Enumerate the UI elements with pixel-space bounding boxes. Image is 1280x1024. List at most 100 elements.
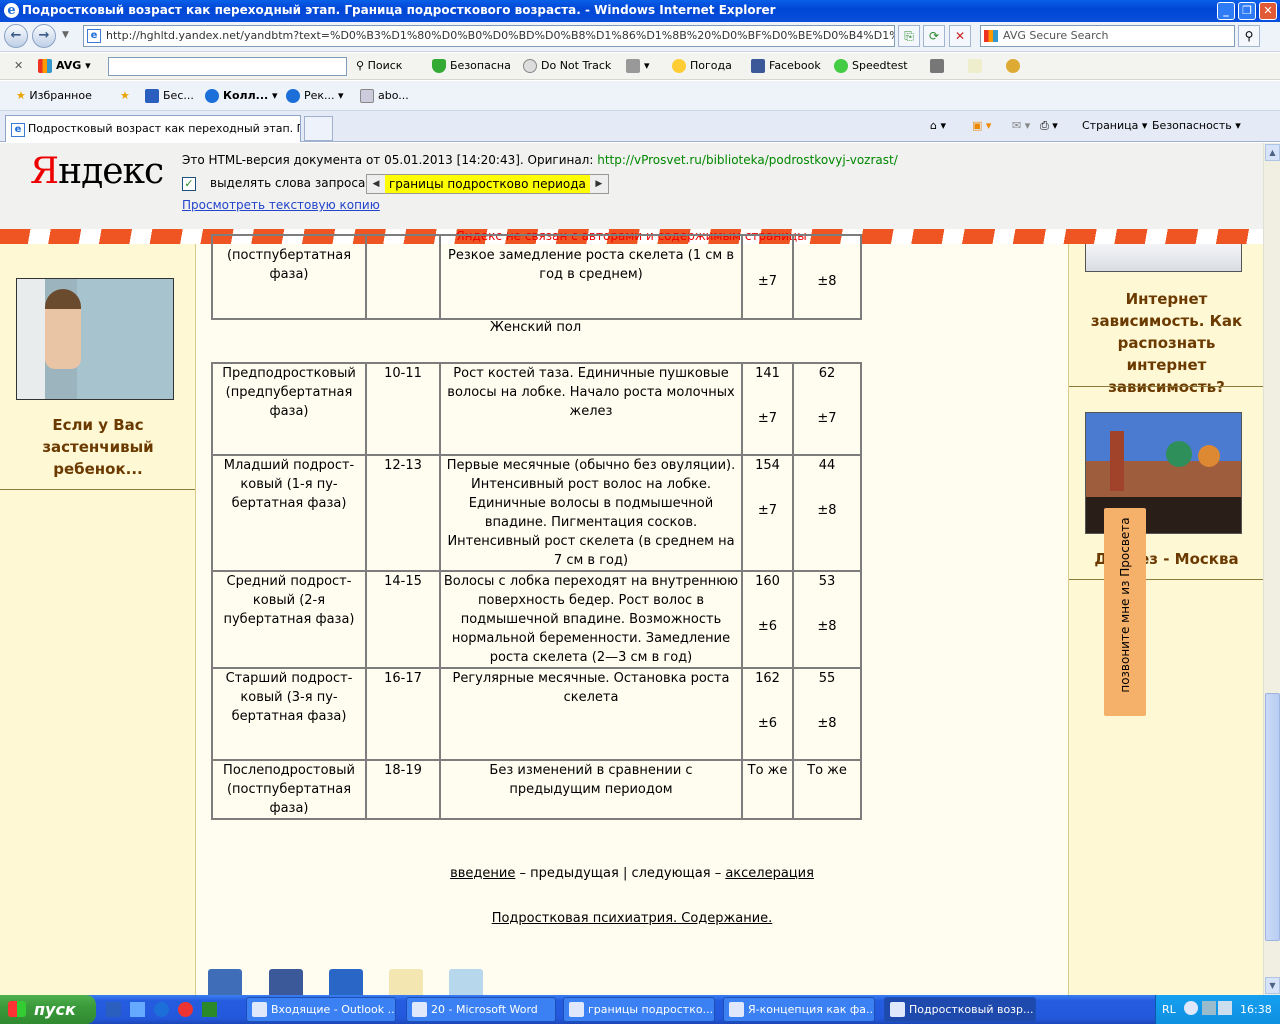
table-row: Предподростковый (предпубертатная фаза) 1… xyxy=(211,362,862,456)
weather-button[interactable]: Погода xyxy=(672,59,732,73)
opera-quicklaunch-icon[interactable] xyxy=(178,1002,193,1017)
close-toolbar-icon[interactable]: ✕ xyxy=(14,59,23,72)
clock: 16:38 xyxy=(1240,1003,1272,1016)
vertical-scrollbar[interactable]: ▲ ▼ xyxy=(1263,143,1280,995)
site-icon xyxy=(145,89,159,103)
feeds-icon[interactable]: ▣ ▾ xyxy=(972,119,991,132)
excel-quicklaunch-icon[interactable] xyxy=(202,1002,217,1017)
mail-icon[interactable]: ✉ ▾ xyxy=(1012,119,1030,132)
task-label: Подростковый возр... xyxy=(909,1003,1034,1016)
shy-child-link[interactable]: Если у Вас застенчивый ребенок... xyxy=(30,414,166,480)
cell-height-sd: ±7 xyxy=(757,411,778,426)
avg-search-button[interactable]: ⚲ Поиск xyxy=(356,59,402,72)
search-input[interactable]: AVG Secure Search xyxy=(980,25,1235,47)
back-button[interactable]: ← xyxy=(4,24,28,48)
compat-view-icon[interactable]: ⎘ xyxy=(898,25,920,47)
calculator-icon[interactable] xyxy=(930,59,948,73)
internet-addiction-image[interactable] xyxy=(1085,244,1242,272)
new-tab-button[interactable] xyxy=(304,116,333,141)
task-app-icon xyxy=(252,1002,267,1017)
pager: введение – предыдущая | следующая – аксе… xyxy=(196,866,1068,881)
trash-button[interactable]: ▾ xyxy=(626,59,650,73)
volume-icon[interactable] xyxy=(1218,1001,1232,1015)
notepad-icon[interactable] xyxy=(968,59,986,73)
maximize-button[interactable]: ❐ xyxy=(1238,2,1256,20)
favorite-item-4[interactable]: abo... xyxy=(360,89,409,103)
taskbar-task[interactable]: Подростковый возр... xyxy=(884,997,1036,1022)
forward-button[interactable]: → xyxy=(32,24,56,48)
start-button[interactable]: пуск xyxy=(0,995,96,1024)
twitter-share-icon[interactable] xyxy=(449,969,483,995)
query-highlight: границы подростково периода xyxy=(385,175,590,193)
history-dropdown-icon[interactable]: ▼ xyxy=(62,30,69,40)
ie-icon: e xyxy=(4,3,19,18)
original-link[interactable]: http://vProsvet.ru/biblioteka/podrostkov… xyxy=(597,153,898,167)
livejournal-share-icon[interactable] xyxy=(389,969,423,995)
tray-icon[interactable] xyxy=(1184,1001,1198,1015)
cell-height: То же xyxy=(741,759,794,820)
cell-height-sd: ±6 xyxy=(757,619,778,634)
close-button[interactable]: ✕ xyxy=(1259,2,1277,20)
speedtest-button[interactable]: Speedtest xyxy=(834,59,908,73)
window-titlebar[interactable]: e Подростковый возраст как переходный эт… xyxy=(0,0,1280,22)
facebook-share-icon[interactable] xyxy=(269,969,303,995)
cell-height-sd: ±6 xyxy=(757,716,778,731)
page-menu[interactable]: Страница ▾ xyxy=(1082,119,1147,132)
text-copy-link[interactable]: Просмотреть текстовую копию xyxy=(182,198,380,212)
taskbar-task[interactable]: границы подростко... xyxy=(563,997,715,1022)
network-icon[interactable] xyxy=(1202,1001,1216,1015)
do-not-track-button[interactable]: Do Not Track xyxy=(523,59,611,73)
cell-desc: Резкое замедление роста скелета (1 см в … xyxy=(439,234,743,320)
word-quicklaunch-icon[interactable] xyxy=(106,1002,121,1017)
highlight-checkbox[interactable]: ✓ xyxy=(182,177,196,191)
avg-menu[interactable]: AVG ▾ xyxy=(38,59,91,73)
shy-child-image[interactable] xyxy=(16,278,174,400)
safe-button[interactable]: Безопасна xyxy=(432,59,511,73)
favorite-item-2[interactable]: Колл... ▾ xyxy=(205,89,278,103)
main-column: (постпубертатная фаза) Резкое замедление… xyxy=(196,234,1068,995)
mail-share-icon[interactable] xyxy=(329,969,363,995)
vk-share-icon[interactable] xyxy=(208,969,242,995)
favorite-item-1[interactable]: Бес... xyxy=(145,89,194,103)
task-label: границы подростко... xyxy=(588,1003,714,1016)
desktop-quicklaunch-icon[interactable] xyxy=(130,1002,145,1017)
refresh-icon[interactable]: ⟳ xyxy=(923,25,945,47)
yandex-logo[interactable]: Яндекс xyxy=(30,151,164,192)
table-row: Послеподростовый (постпубертатная фаза) 1… xyxy=(211,759,862,820)
tools-icon[interactable] xyxy=(1006,59,1024,73)
star-icon: ★ xyxy=(16,89,26,102)
prev-link[interactable]: введение xyxy=(450,866,515,881)
safety-menu[interactable]: Безопасность ▾ xyxy=(1152,119,1241,132)
scroll-thumb[interactable] xyxy=(1265,693,1280,941)
avg-logo-icon xyxy=(984,30,998,42)
callback-tab[interactable]: позвоните мне из Просвета xyxy=(1104,508,1146,716)
taskbar-task[interactable]: Входящие - Outlook ... xyxy=(246,997,396,1022)
language-indicator[interactable]: RL xyxy=(1162,1003,1176,1016)
url-input[interactable]: e http://hghltd.yandex.net/yandbtm?text=… xyxy=(83,25,895,47)
next-link[interactable]: акселерация xyxy=(725,866,814,881)
add-favorite-icon[interactable]: ★ xyxy=(120,89,130,102)
scroll-up-icon[interactable]: ▲ xyxy=(1265,144,1280,161)
ie-quicklaunch-icon[interactable] xyxy=(154,1002,169,1017)
print-icon[interactable]: ⎙ ▾ xyxy=(1040,119,1058,133)
next-match-button[interactable]: ▶ xyxy=(590,175,608,193)
facebook-button[interactable]: Facebook xyxy=(751,59,821,73)
home-icon[interactable]: ⌂ ▾ xyxy=(930,119,946,132)
favorites-bar: ★ Избранное ★ Бес... Колл... ▾ Рек... ▾ … xyxy=(0,81,1280,111)
scroll-down-icon[interactable]: ▼ xyxy=(1265,977,1280,994)
query-navigator: ◀ границы подростково периода ▶ xyxy=(366,174,609,194)
cell-weight-sd: ±8 xyxy=(817,716,837,731)
taskbar-task[interactable]: 20 - Microsoft Word xyxy=(406,997,556,1022)
avg-search-input[interactable] xyxy=(108,57,347,76)
internet-addiction-link[interactable]: Интернет зависимость. Как распознать инт… xyxy=(1079,288,1254,398)
stop-icon[interactable]: ✕ xyxy=(949,25,971,47)
favorites-button[interactable]: ★ Избранное xyxy=(16,89,92,102)
taskbar-task[interactable]: Я-концепция как фа... xyxy=(723,997,875,1022)
prev-match-button[interactable]: ◀ xyxy=(367,175,385,193)
favorite-item-3[interactable]: Рек... ▾ xyxy=(286,89,344,103)
task-app-icon xyxy=(412,1002,427,1017)
toc-link[interactable]: Подростковая психиатрия. Содержание. xyxy=(492,911,773,926)
search-go-icon[interactable]: ⚲ xyxy=(1238,25,1260,47)
minimize-button[interactable]: _ xyxy=(1217,2,1235,20)
tab-active[interactable]: e Подростковый возраст как переходный эт… xyxy=(5,115,301,142)
